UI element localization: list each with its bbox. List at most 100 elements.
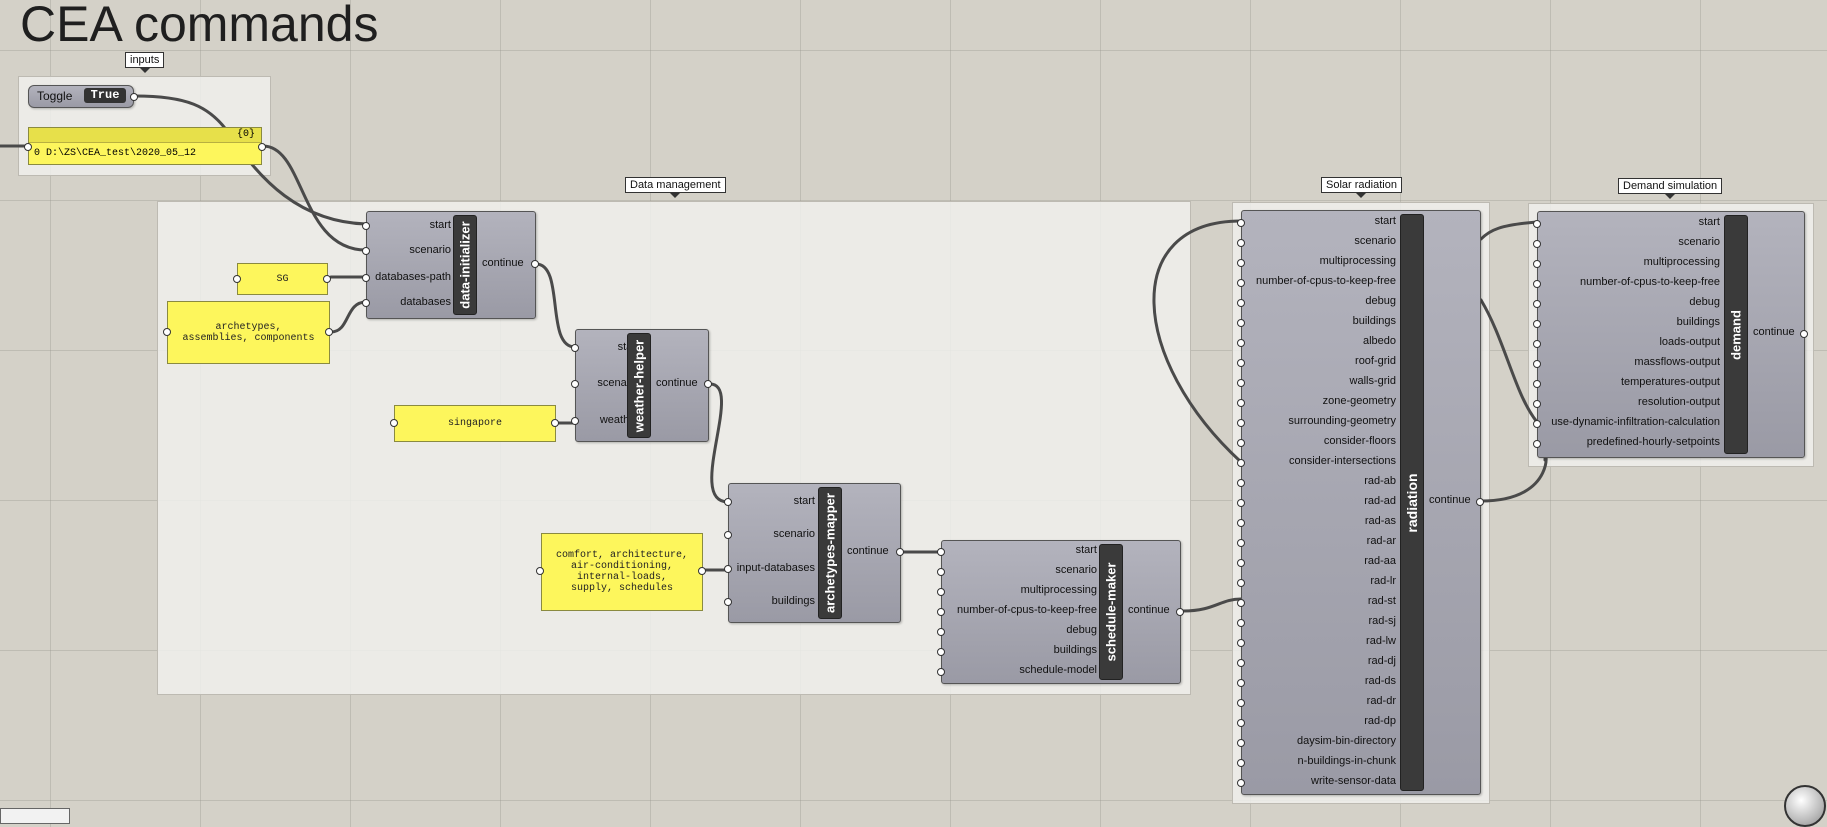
toggle-output-port[interactable] xyxy=(130,93,138,101)
panel-databases-output-port[interactable] xyxy=(325,328,333,336)
port-roof-grid[interactable] xyxy=(1237,359,1245,367)
port-number-of-cpus-to-keep-free[interactable] xyxy=(937,608,945,616)
port-weather[interactable] xyxy=(571,417,579,425)
panel-sg-input-port[interactable] xyxy=(233,275,241,283)
port-rad-st[interactable] xyxy=(1237,599,1245,607)
port-massflows-output[interactable] xyxy=(1533,360,1541,368)
output-continue[interactable]: continue xyxy=(1753,326,1795,338)
port-start[interactable] xyxy=(362,222,370,230)
panel-databases[interactable]: archetypes, assemblies, components xyxy=(167,301,330,364)
component-name-strip[interactable]: archetypes-mapper xyxy=(818,487,842,619)
port-multiprocessing[interactable] xyxy=(937,588,945,596)
port-databases-path[interactable] xyxy=(362,274,370,282)
component-schedule-maker[interactable]: start scenario multiprocessing number-of… xyxy=(937,540,1184,684)
input-buildings[interactable]: buildings xyxy=(1054,644,1097,656)
input-debug[interactable]: debug xyxy=(1066,624,1097,636)
input-rad-as[interactable]: rad-as xyxy=(1365,515,1396,527)
port-schedule-model[interactable] xyxy=(937,668,945,676)
navigation-dial-icon[interactable] xyxy=(1784,785,1826,827)
component-name-strip[interactable]: radiation xyxy=(1400,214,1424,791)
output-continue[interactable]: continue xyxy=(1429,494,1471,506)
port-write-sensor-data[interactable] xyxy=(1237,779,1245,787)
panel-input-databases[interactable]: comfort, architecture, air-conditioning,… xyxy=(541,533,703,611)
input-rad-dr[interactable]: rad-dr xyxy=(1367,695,1396,707)
input-number-of-cpus-to-keep-free[interactable]: number-of-cpus-to-keep-free xyxy=(957,604,1097,616)
port-rad-ad[interactable] xyxy=(1237,499,1245,507)
port-continue[interactable] xyxy=(1800,330,1808,338)
port-buildings[interactable] xyxy=(724,598,732,606)
component-demand[interactable]: demand continue start scenario multiproc… xyxy=(1533,211,1808,458)
output-continue[interactable]: continue xyxy=(656,377,698,389)
port-scenario[interactable] xyxy=(724,531,732,539)
panel-weather[interactable]: singapore xyxy=(394,405,556,442)
port-continue[interactable] xyxy=(704,380,712,388)
port-start[interactable] xyxy=(1533,220,1541,228)
input-consider-intersections[interactable]: consider-intersections xyxy=(1289,455,1396,467)
input-roof-grid[interactable]: roof-grid xyxy=(1355,355,1396,367)
input-start[interactable]: start xyxy=(794,495,815,507)
input-number-of-cpus-to-keep-free[interactable]: number-of-cpus-to-keep-free xyxy=(1580,276,1720,288)
port-zone-geometry[interactable] xyxy=(1237,399,1245,407)
port-debug[interactable] xyxy=(1533,300,1541,308)
input-loads-output[interactable]: loads-output xyxy=(1659,336,1720,348)
panel-weather-input-port[interactable] xyxy=(390,419,398,427)
input-n-buildings-in-chunk[interactable]: n-buildings-in-chunk xyxy=(1298,755,1396,767)
port-rad-sj[interactable] xyxy=(1237,619,1245,627)
port-predefined-hourly-setpoints[interactable] xyxy=(1533,440,1541,448)
input-scenario[interactable]: scenario xyxy=(1055,564,1097,576)
port-albedo[interactable] xyxy=(1237,339,1245,347)
path-panel-output-port[interactable] xyxy=(258,143,266,151)
port-rad-dr[interactable] xyxy=(1237,699,1245,707)
input-multiprocessing[interactable]: multiprocessing xyxy=(1644,256,1720,268)
component-data-initializer[interactable]: start scenario databases-path databases … xyxy=(362,211,539,319)
port-rad-lw[interactable] xyxy=(1237,639,1245,647)
port-number-of-cpus-to-keep-free[interactable] xyxy=(1237,279,1245,287)
port-debug[interactable] xyxy=(937,628,945,636)
component-name-strip[interactable]: demand xyxy=(1724,215,1748,454)
input-daysim-bin-directory[interactable]: daysim-bin-directory xyxy=(1297,735,1396,747)
panel-input-databases-input-port[interactable] xyxy=(536,567,544,575)
input-start[interactable]: start xyxy=(430,219,451,231)
panel-databases-input-port[interactable] xyxy=(163,328,171,336)
output-continue[interactable]: continue xyxy=(1128,604,1170,616)
input-massflows-output[interactable]: massflows-output xyxy=(1634,356,1720,368)
input-rad-dj[interactable]: rad-dj xyxy=(1368,655,1396,667)
port-continue[interactable] xyxy=(1176,608,1184,616)
input-zone-geometry[interactable]: zone-geometry xyxy=(1323,395,1396,407)
input-rad-ab[interactable]: rad-ab xyxy=(1364,475,1396,487)
port-n-buildings-in-chunk[interactable] xyxy=(1237,759,1245,767)
input-scenario[interactable]: scenario xyxy=(773,528,815,540)
port-walls-grid[interactable] xyxy=(1237,379,1245,387)
input-rad-st[interactable]: rad-st xyxy=(1368,595,1396,607)
input-number-of-cpus-to-keep-free[interactable]: number-of-cpus-to-keep-free xyxy=(1256,275,1396,287)
component-name-strip[interactable]: weather-helper xyxy=(627,333,651,438)
port-rad-ab[interactable] xyxy=(1237,479,1245,487)
path-panel-input-port[interactable] xyxy=(24,143,32,151)
input-start[interactable]: start xyxy=(1076,544,1097,556)
port-scenario[interactable] xyxy=(1533,240,1541,248)
input-buildings[interactable]: buildings xyxy=(772,595,815,607)
input-scenario[interactable]: scenario xyxy=(409,244,451,256)
input-consider-floors[interactable]: consider-floors xyxy=(1324,435,1396,447)
port-rad-dj[interactable] xyxy=(1237,659,1245,667)
path-panel[interactable]: {0} 0 D:\ZS\CEA_test\2020_05_12 xyxy=(24,127,266,165)
port-loads-output[interactable] xyxy=(1533,340,1541,348)
port-consider-floors[interactable] xyxy=(1237,439,1245,447)
input-rad-sj[interactable]: rad-sj xyxy=(1368,615,1396,627)
input-scenario[interactable]: scenario xyxy=(1354,235,1396,247)
input-schedule-model[interactable]: schedule-model xyxy=(1019,664,1097,676)
input-temperatures-output[interactable]: temperatures-output xyxy=(1621,376,1720,388)
input-predefined-hourly-setpoints[interactable]: predefined-hourly-setpoints xyxy=(1587,436,1720,448)
port-databases[interactable] xyxy=(362,299,370,307)
panel-sg[interactable]: SG xyxy=(237,263,328,295)
port-daysim-bin-directory[interactable] xyxy=(1237,739,1245,747)
component-radiation[interactable]: radiation continue start scenario multip… xyxy=(1237,210,1484,795)
panel-weather-output-port[interactable] xyxy=(551,419,559,427)
port-start[interactable] xyxy=(937,548,945,556)
port-continue[interactable] xyxy=(531,260,539,268)
port-continue[interactable] xyxy=(896,548,904,556)
port-number-of-cpus-to-keep-free[interactable] xyxy=(1533,280,1541,288)
component-weather-helper[interactable]: start scenario weather weather-helper co… xyxy=(571,329,712,442)
input-write-sensor-data[interactable]: write-sensor-data xyxy=(1311,775,1396,787)
input-rad-dp[interactable]: rad-dp xyxy=(1364,715,1396,727)
